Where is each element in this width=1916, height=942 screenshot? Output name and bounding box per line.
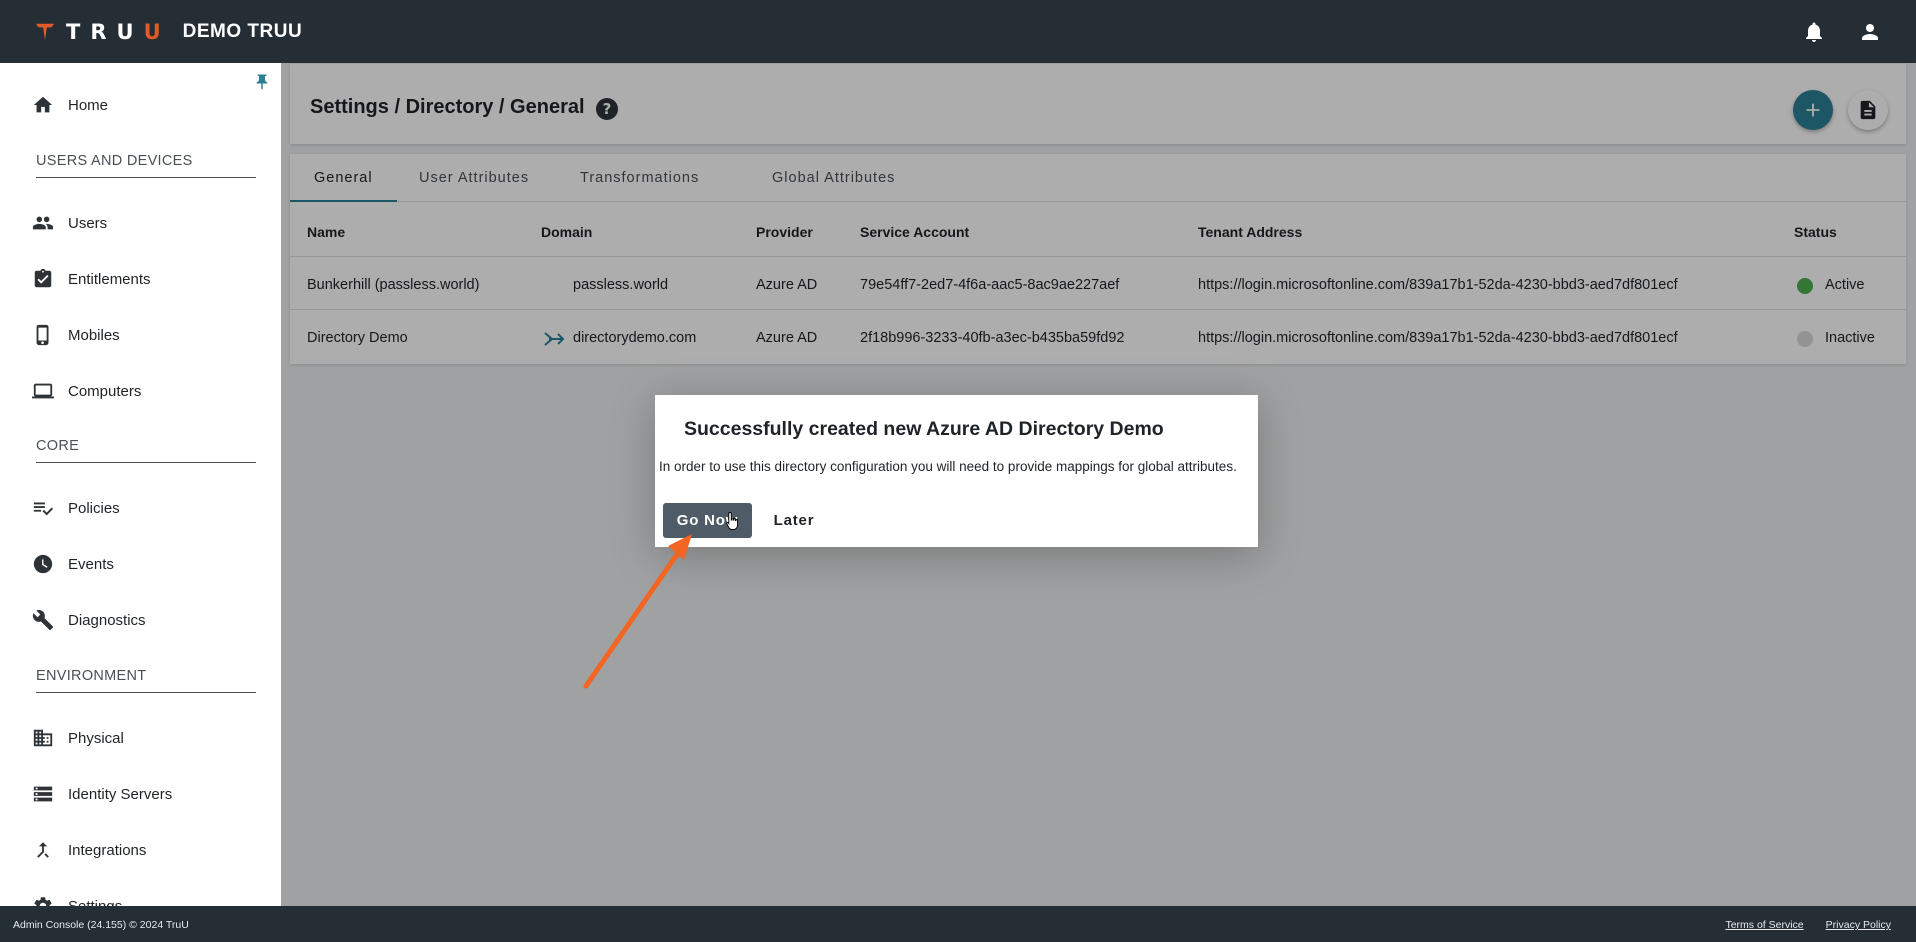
section-users-and-devices: USERS AND DEVICES [36, 153, 256, 178]
sidebar-item-policies[interactable]: Policies [32, 496, 120, 520]
privacy-policy-link[interactable]: Privacy Policy [1826, 919, 1891, 931]
sidebar-item-mobiles[interactable]: Mobiles [32, 323, 120, 347]
sidebar-item-home[interactable]: Home [32, 93, 108, 117]
section-core: CORE [36, 438, 256, 463]
terms-of-service-link[interactable]: Terms of Service [1725, 919, 1803, 931]
bell-icon[interactable] [1802, 20, 1826, 44]
sidebar-item-settings[interactable]: Settings [32, 894, 122, 906]
sidebar-item-label: Events [68, 555, 114, 573]
later-button[interactable]: Later [759, 503, 829, 538]
sidebar-item-label: Home [68, 96, 109, 114]
home-icon [33, 96, 53, 113]
truu-logo[interactable]: TRUU [34, 20, 171, 44]
sidebar-item-label: Policies [68, 499, 120, 517]
sidebar-item-label: Diagnostics [68, 611, 146, 629]
wrench-icon [32, 610, 54, 631]
sidebar-item-label: Identity Servers [68, 785, 173, 803]
sidebar-item-label: Settings [68, 897, 123, 907]
footer-copyright: Admin Console (24.155) © 2024 TruU [13, 919, 189, 931]
sidebar-item-label: Integrations [68, 841, 147, 859]
sidebar-item-entitlements[interactable]: Entitlements [32, 267, 151, 291]
sidebar-item-users[interactable]: Users [32, 211, 107, 235]
truu-logo-mark-icon [35, 23, 55, 40]
logo-wordmark: TRUU [66, 19, 171, 44]
mobile-icon [36, 324, 49, 346]
sidebar-item-label: Computers [68, 382, 142, 400]
user-account-icon[interactable] [1858, 20, 1882, 44]
sidebar-item-label: Users [68, 214, 108, 232]
hand-cursor-icon [726, 512, 738, 530]
pin-icon[interactable] [253, 73, 271, 91]
gear-icon [34, 897, 52, 906]
section-environment: ENVIRONMENT [36, 668, 256, 693]
sidebar-item-diagnostics[interactable]: Diagnostics [32, 608, 146, 632]
sidebar-item-computers[interactable]: Computers [32, 379, 141, 403]
clock-icon [33, 554, 53, 574]
sidebar-item-events[interactable]: Events [32, 552, 114, 576]
sidebar-item-physical[interactable]: Physical [32, 726, 124, 750]
sidebar-item-integrations[interactable]: Integrations [32, 838, 146, 862]
sidebar-item-label: Entitlements [68, 270, 151, 288]
sidebar-item-label: Physical [68, 729, 124, 747]
laptop-icon [32, 383, 54, 399]
dialog-message: In order to use this directory configura… [659, 459, 1237, 474]
playlist-check-icon [33, 502, 54, 516]
app-title: DEMO TRUU [182, 20, 303, 42]
dialog-title: Successfully created new Azure AD Direct… [684, 418, 1164, 440]
sidebar-item-identity-servers[interactable]: Identity Servers [32, 782, 172, 806]
users-icon [32, 216, 54, 230]
sidebar-item-label: Mobiles [68, 326, 120, 344]
footer: Admin Console (24.155) © 2024 TruU Terms… [0, 906, 1916, 942]
server-list-icon [33, 786, 53, 802]
clipboard-check-icon [34, 268, 52, 288]
merge-icon [37, 842, 49, 858]
top-app-bar: TRUU DEMO TRUU [0, 0, 1916, 63]
building-icon [33, 729, 53, 747]
success-dialog: Successfully created new Azure AD Direct… [655, 395, 1258, 547]
sidebar: Home USERS AND DEVICES Users Entitlement… [0, 63, 281, 906]
